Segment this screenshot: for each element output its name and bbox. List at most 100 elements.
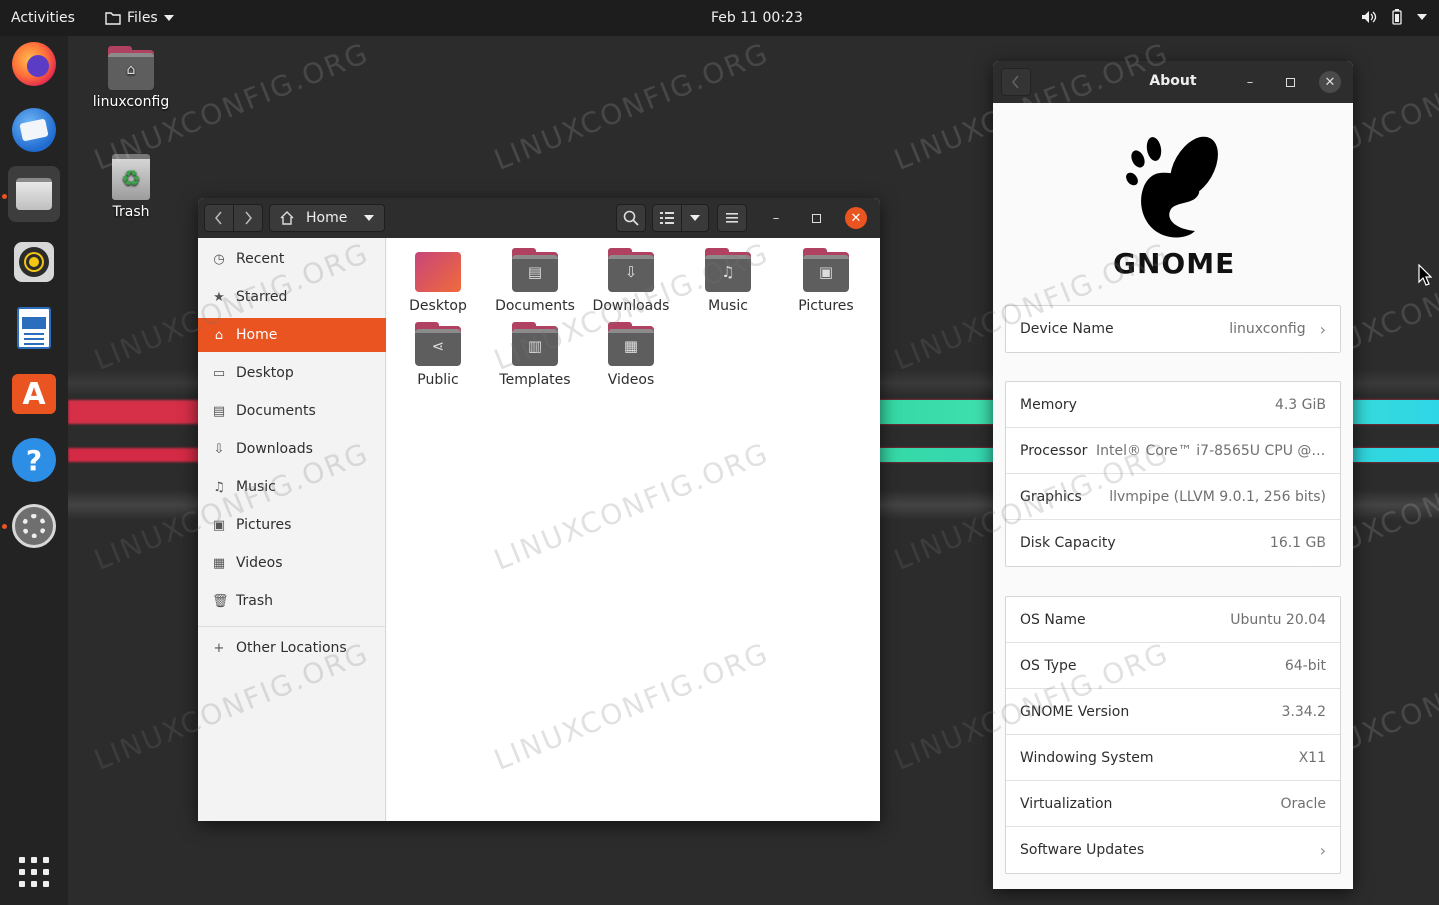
sidebar-item-music[interactable]: ♫ Music xyxy=(198,470,386,504)
desktop-home-icon[interactable]: ⌂ linuxconfig xyxy=(92,46,170,110)
sidebar-item-label: Recent xyxy=(236,251,285,267)
folder-label: Videos xyxy=(607,372,655,388)
row-label: Graphics xyxy=(1020,488,1082,505)
sidebar-item-pictures[interactable]: ▣ Pictures xyxy=(198,508,386,542)
top-bar: Activities Files Feb 11 00:23 xyxy=(0,0,1439,36)
dock-firefox[interactable] xyxy=(8,36,60,92)
dock-writer[interactable] xyxy=(8,300,60,356)
folder-public[interactable]: ⋖ Public xyxy=(389,322,487,388)
processor-row: Processor Intel® Core™ i7-8565U CPU @ 1.… xyxy=(1006,428,1340,474)
trash-icon: ♻ xyxy=(112,154,150,200)
sidebar-item-desktop[interactable]: ▭ Desktop xyxy=(198,356,386,390)
folder-label: Pictures xyxy=(798,298,854,314)
desktop-icon: ▭ xyxy=(212,365,226,381)
maximize-button[interactable] xyxy=(1279,71,1301,93)
forward-button[interactable] xyxy=(233,204,263,232)
windowing-system-row: Windowing System X11 xyxy=(1006,735,1340,781)
hamburger-icon xyxy=(726,213,738,223)
chevron-down-icon xyxy=(364,215,374,221)
close-icon: ✕ xyxy=(850,210,862,226)
maximize-icon xyxy=(1285,77,1295,87)
close-button[interactable]: ✕ xyxy=(1319,71,1341,93)
folder-documents[interactable]: ▤ Documents xyxy=(486,248,584,314)
memory-row: Memory 4.3 GiB xyxy=(1006,382,1340,428)
files-icon xyxy=(16,178,52,210)
view-options-button[interactable] xyxy=(681,204,709,232)
minimize-icon: – xyxy=(772,210,780,226)
dock: A ? xyxy=(0,36,68,905)
dock-rhythmbox[interactable] xyxy=(8,234,60,290)
sidebar-item-label: Trash xyxy=(236,593,273,609)
sidebar-item-label: Home xyxy=(236,327,278,343)
device-name-row[interactable]: Device Name linuxconfig › xyxy=(1006,306,1340,352)
videos-folder-icon: ▦ xyxy=(608,322,654,366)
disk-capacity-row: Disk Capacity 16.1 GB xyxy=(1006,520,1340,566)
folder-music[interactable]: ♫ Music xyxy=(679,248,777,314)
about-headerbar: About – ✕ xyxy=(993,61,1353,103)
row-value: 4.3 GiB xyxy=(1274,396,1326,413)
thunderbird-icon xyxy=(12,108,56,152)
star-icon: ★ xyxy=(213,289,225,305)
dock-thunderbird[interactable] xyxy=(8,102,60,158)
sidebar-item-documents[interactable]: ▤ Documents xyxy=(198,394,386,428)
minimize-button[interactable]: – xyxy=(765,207,787,229)
sidebar-item-trash[interactable]: 🗑 Trash xyxy=(198,584,386,618)
sidebar-item-home[interactable]: ⌂ Home xyxy=(198,318,386,352)
folder-label: Music xyxy=(708,298,748,314)
about-window: About – ✕ GNOME Device Name linuxconfig … xyxy=(993,61,1353,889)
sidebar-item-starred[interactable]: ★ Starred xyxy=(198,280,386,314)
files-content: Desktop ▤ Documents ⇩ Downloads ♫ Music … xyxy=(387,238,880,821)
sidebar-item-other-locations[interactable]: + Other Locations xyxy=(198,631,386,665)
folder-pictures[interactable]: ▣ Pictures xyxy=(777,248,875,314)
search-button[interactable] xyxy=(616,204,646,232)
maximize-button[interactable] xyxy=(805,207,827,229)
row-value: 16.1 GB xyxy=(1269,535,1326,551)
main-menu-button[interactable] xyxy=(717,204,747,232)
row-label: Windowing System xyxy=(1020,749,1154,766)
sidebar-divider xyxy=(198,626,386,627)
sidebar-item-label: Documents xyxy=(236,403,316,419)
folder-downloads[interactable]: ⇩ Downloads xyxy=(582,248,680,314)
system-menu[interactable] xyxy=(1361,9,1427,25)
minimize-icon: – xyxy=(1246,74,1254,90)
download-icon: ⇩ xyxy=(213,441,225,457)
sidebar-item-recent[interactable]: ◷ Recent xyxy=(198,242,386,276)
firefox-icon xyxy=(12,42,56,86)
view-list-button[interactable] xyxy=(652,204,682,232)
clock-icon: ◷ xyxy=(213,251,225,267)
files-sidebar: ◷ Recent ★ Starred ⌂ Home ▭ Desktop ▤ Documen… xyxy=(198,238,386,821)
software-updates-row[interactable]: Software Updates › xyxy=(1006,827,1340,873)
dock-show-apps[interactable] xyxy=(8,844,60,900)
app-menu-button[interactable]: Files xyxy=(105,10,174,26)
sidebar-item-videos[interactable]: ▦ Videos xyxy=(198,546,386,580)
location-bar[interactable]: Home xyxy=(269,204,385,232)
row-value: Oracle xyxy=(1280,795,1326,812)
location-label: Home xyxy=(306,210,348,226)
dock-help[interactable]: ? xyxy=(8,432,60,488)
music-icon: ♫ xyxy=(213,479,225,495)
sidebar-item-downloads[interactable]: ⇩ Downloads xyxy=(198,432,386,466)
rhythmbox-icon xyxy=(14,242,54,282)
folder-templates[interactable]: ▥ Templates xyxy=(486,322,584,388)
search-icon xyxy=(623,210,639,226)
sidebar-item-label: Other Locations xyxy=(236,640,347,656)
back-button[interactable] xyxy=(204,204,234,232)
desktop-trash-icon[interactable]: ♻ Trash xyxy=(92,154,170,220)
dock-software[interactable]: A xyxy=(8,366,60,422)
dock-settings[interactable] xyxy=(8,498,60,554)
folder-label: Documents xyxy=(495,298,575,314)
minimize-button[interactable]: – xyxy=(1239,71,1261,93)
row-label: Disk Capacity xyxy=(1020,535,1116,551)
close-button[interactable]: ✕ xyxy=(845,207,867,229)
row-value: Ubuntu 20.04 xyxy=(1230,611,1326,628)
folder-desktop[interactable]: Desktop xyxy=(389,248,487,314)
home-icon: ⌂ xyxy=(214,327,224,343)
close-icon: ✕ xyxy=(1324,74,1336,90)
clock[interactable]: Feb 11 00:23 xyxy=(711,10,803,26)
sidebar-item-label: Downloads xyxy=(236,441,313,457)
folder-videos[interactable]: ▦ Videos xyxy=(582,322,680,388)
activities-button[interactable]: Activities xyxy=(11,10,75,26)
dock-files[interactable] xyxy=(8,166,60,222)
video-icon: ▦ xyxy=(212,555,226,571)
sidebar-item-label: Desktop xyxy=(236,365,294,381)
